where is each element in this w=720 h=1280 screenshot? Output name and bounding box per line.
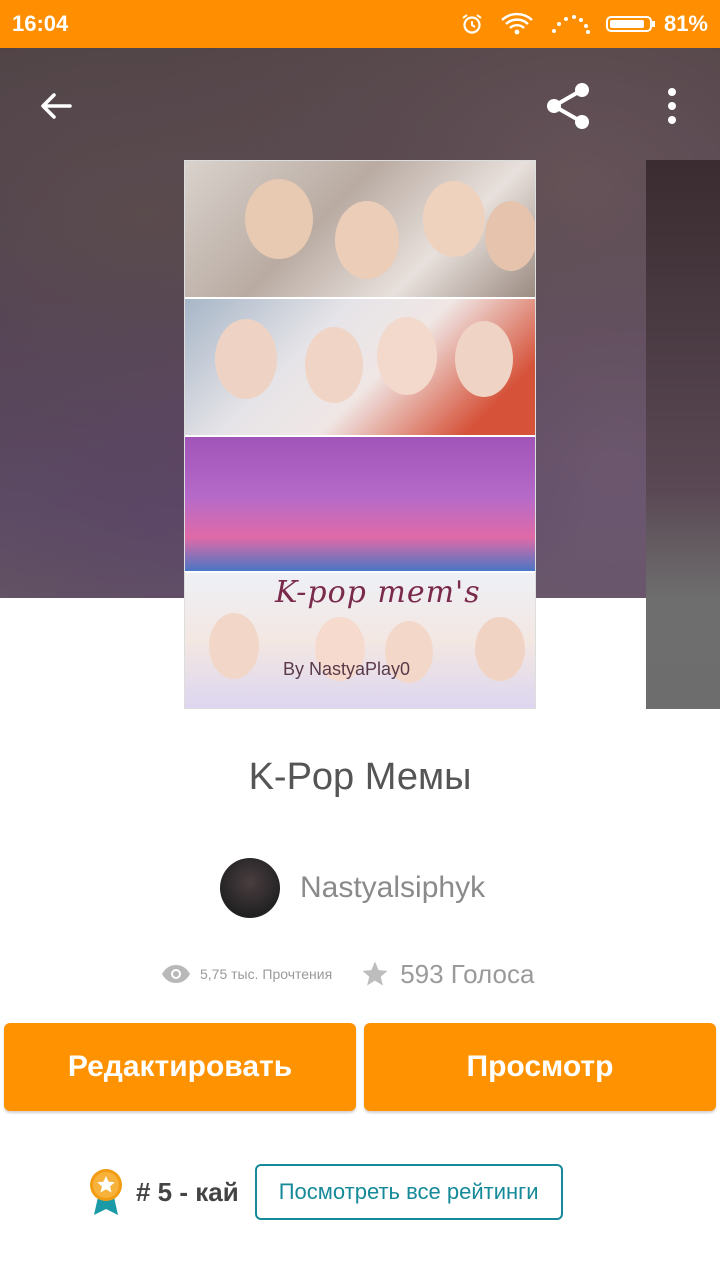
- story-title: K-Pop Мемы: [248, 756, 472, 798]
- arrow-back-icon: [41, 93, 72, 119]
- status-bar: 16:04 81%: [0, 0, 720, 48]
- status-time: 16:04: [12, 11, 69, 36]
- share-icon: [547, 83, 589, 129]
- author-link[interactable]: Nastyalsiphyk: [220, 858, 485, 918]
- story-cover-image[interactable]: K-pop mem's By NastyaPlay0: [184, 160, 536, 709]
- more-vert-icon: [668, 88, 676, 124]
- author-avatar[interactable]: [220, 858, 280, 918]
- cover-photo-1: [185, 161, 535, 297]
- alarm-icon: [460, 12, 484, 36]
- view-button[interactable]: Просмотр: [364, 1023, 716, 1111]
- ranking-row: # 5 - кай Посмотреть все рейтинги: [86, 1163, 563, 1221]
- back-button[interactable]: [28, 78, 84, 134]
- ranking-badge-icon: [90, 1169, 122, 1215]
- author-name[interactable]: Nastyalsiphyk: [300, 871, 485, 905]
- wifi-icon: [500, 11, 534, 37]
- cover-byline-text: By NastyaPlay0: [283, 659, 411, 679]
- view-all-rankings-button[interactable]: Посмотреть все рейтинги: [254, 1164, 563, 1220]
- cover-title-text: K-pop mem's: [275, 575, 481, 610]
- share-button[interactable]: [540, 78, 596, 134]
- signal-icon: [550, 11, 590, 37]
- cover-photo-2: [185, 299, 535, 435]
- battery-indicator: 81%: [605, 11, 708, 37]
- cover-photo-3: [185, 437, 535, 571]
- eye-icon: [162, 965, 190, 983]
- status-icons: 81%: [460, 11, 708, 37]
- next-story-cover[interactable]: [646, 160, 720, 709]
- reads-stat: 5,75 тыс. Прочтения: [160, 963, 332, 985]
- votes-stat: 593 Голоса: [360, 959, 534, 990]
- reads-count: 5,75 тыс. Прочтения: [200, 966, 333, 982]
- rank-text: # 5 - кай: [136, 1176, 239, 1207]
- story-stats: 5,75 тыс. Прочтения 593 Голоса: [160, 952, 534, 996]
- more-options-button[interactable]: [644, 78, 700, 134]
- votes-count: 593 Голоса: [400, 958, 535, 989]
- star-icon: [362, 961, 388, 986]
- edit-button[interactable]: Редактировать: [4, 1023, 356, 1111]
- battery-percent: 81%: [663, 11, 708, 36]
